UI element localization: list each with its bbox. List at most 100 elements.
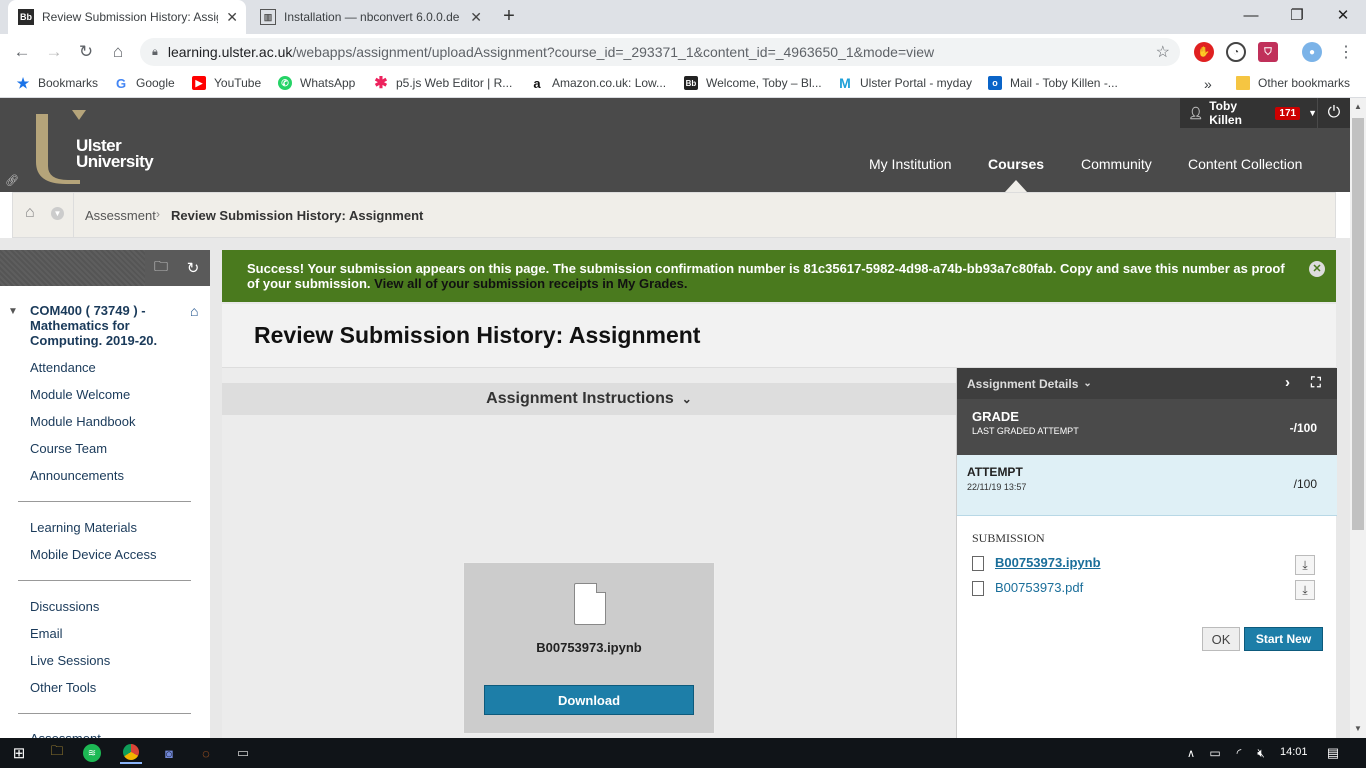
submission-receipts-link[interactable]: View all of your submission receipts in … <box>374 276 687 291</box>
expand-icon[interactable]: ⛶ <box>1311 374 1321 391</box>
sidebar-item-live-sessions[interactable]: Live Sessions <box>30 653 110 668</box>
scroll-down-icon[interactable]: ▼ <box>1354 724 1362 733</box>
download-button[interactable]: Download <box>484 685 694 715</box>
chevron-right-icon[interactable]: › <box>1285 374 1290 391</box>
bookmark-bookmarks[interactable]: ★ Bookmarks <box>16 74 98 91</box>
tab-nbconvert[interactable]: ▥ Installation — nbconvert 6.0.0.de ✕ <box>250 0 490 34</box>
assignment-instructions-toggle[interactable]: Assignment Instructions ⌄ <box>222 383 956 415</box>
download-icon[interactable]: ⤓ <box>1295 555 1315 575</box>
refresh-icon[interactable]: ↻ <box>182 258 204 278</box>
discord-icon[interactable]: ◙ <box>158 742 180 764</box>
start-new-button[interactable]: Start New <box>1244 627 1323 651</box>
breadcrumb-assessment[interactable]: Assessment <box>85 208 156 223</box>
chevron-down-icon: ⌄ <box>1083 378 1092 389</box>
adblock-extension-icon[interactable]: ✋ <box>1194 42 1214 62</box>
folder-view-icon[interactable]: 🗀︎ <box>150 258 172 278</box>
window-close-icon[interactable]: ✕ <box>1320 0 1366 30</box>
other-bookmarks[interactable]: Other bookmarks <box>1236 76 1350 90</box>
tray-chevron-up-icon[interactable]: ∧ <box>1180 742 1202 764</box>
windows-start-icon[interactable]: ⊞ <box>8 742 30 764</box>
chrome-icon[interactable] <box>120 742 142 764</box>
tab-review-submission[interactable]: Bb Review Submission History: Assig ✕ <box>8 0 246 34</box>
whatsapp-icon: ✆ <box>278 76 292 90</box>
bookmark-amazon[interactable]: a Amazon.co.uk: Low... <box>530 76 666 91</box>
preview-file-name: B00753973.ipynb <box>536 640 642 655</box>
folder-icon <box>1236 76 1250 90</box>
forward-icon[interactable]: → <box>42 40 66 64</box>
sidebar-item-announcements[interactable]: Announcements <box>30 468 124 483</box>
star-icon: ★ <box>16 74 30 91</box>
spotify-icon[interactable]: ≋ <box>83 744 101 762</box>
divider <box>18 501 191 502</box>
bookmark-blackboard[interactable]: Bb Welcome, Toby – Bl... <box>684 76 822 90</box>
terminal-icon[interactable]: ▭ <box>232 742 254 764</box>
jupyter-icon[interactable]: ◌ <box>195 742 217 764</box>
link-icon[interactable]: 🔗︎ <box>5 174 19 187</box>
submission-file-link[interactable]: B00753973.pdf <box>995 580 1083 595</box>
sidebar-item-module-welcome[interactable]: Module Welcome <box>30 387 130 402</box>
clock[interactable]: 14:01 <box>1280 746 1308 758</box>
url-path: /webapps/assignment/uploadAssignment?cou… <box>292 44 935 60</box>
notifications-icon[interactable]: ▤ <box>1322 742 1344 764</box>
sidebar-item-other-tools[interactable]: Other Tools <box>30 680 96 695</box>
url-bar[interactable]: 🔒︎ learning.ulster.ac.uk/webapps/assignm… <box>140 38 1180 66</box>
volume-muted-icon[interactable]: 🔇︎ <box>1250 742 1272 764</box>
scroll-up-icon[interactable]: ▲ <box>1354 102 1362 111</box>
tab-title: Installation — nbconvert 6.0.0.de <box>284 10 460 24</box>
sidebar-item-email[interactable]: Email <box>30 626 63 641</box>
nav-my-institution[interactable]: My Institution <box>869 156 951 172</box>
submission-file-link[interactable]: B00753973.ipynb <box>995 555 1101 570</box>
close-tab-icon[interactable]: ✕ <box>226 9 238 26</box>
course-home-icon[interactable]: ⌂ <box>190 303 198 319</box>
attempt-row[interactable]: ATTEMPT 22/11/19 13:57 /100 <box>957 455 1337 516</box>
ok-button[interactable]: OK <box>1202 627 1240 651</box>
logout-power-icon[interactable]: ⏻ <box>1318 98 1350 128</box>
blackboard-icon: Bb <box>684 76 698 90</box>
notification-badge: 171 <box>1275 106 1301 120</box>
collapse-triangle-icon[interactable]: ▼ <box>8 306 18 317</box>
bookmark-p5js[interactable]: ✱ p5.js Web Editor | R... <box>374 75 512 92</box>
reload-icon[interactable]: ↻ <box>74 40 98 64</box>
home-icon[interactable]: ⌂ <box>106 40 130 64</box>
profile-avatar-icon[interactable]: ● <box>1302 42 1322 62</box>
close-tab-icon[interactable]: ✕ <box>470 9 482 26</box>
sidebar-item-attendance[interactable]: Attendance <box>30 360 96 375</box>
home-icon[interactable]: ⌂ <box>25 204 35 222</box>
bookmark-mail[interactable]: o Mail - Toby Killen -... <box>988 76 1118 90</box>
bookmarks-overflow[interactable]: » <box>1204 76 1212 92</box>
sidebar-item-module-handbook[interactable]: Module Handbook <box>30 414 136 429</box>
menu-kebab-icon[interactable]: ⋮ <box>1338 42 1354 62</box>
sidebar-item-discussions[interactable]: Discussions <box>30 599 99 614</box>
course-title[interactable]: COM400 ( 73749 ) - Mathematics for Compu… <box>30 303 170 348</box>
nav-courses[interactable]: Courses <box>988 156 1044 172</box>
sidebar-item-course-team[interactable]: Course Team <box>30 441 107 456</box>
user-menu[interactable]: 👤︎ Toby Killen 171 ▼ <box>1180 98 1317 128</box>
assignment-details-header[interactable]: Assignment Details ⌄ › ⛶ <box>957 368 1337 399</box>
battery-icon[interactable]: ▭ <box>1204 742 1226 764</box>
shield-extension-icon[interactable]: ⛉ <box>1258 42 1278 62</box>
restore-icon[interactable]: ❐ <box>1274 0 1320 30</box>
close-banner-icon[interactable]: ✕ <box>1309 261 1325 277</box>
new-tab-icon[interactable]: + <box>498 5 520 27</box>
nav-community[interactable]: Community <box>1081 156 1152 172</box>
file-explorer-icon[interactable]: 🗀︎ <box>46 742 68 764</box>
page-scrollbar[interactable]: ▲ ▼ <box>1350 98 1366 738</box>
wifi-icon[interactable]: ◜ <box>1228 742 1250 764</box>
chevron-down-icon: ⌄ <box>681 392 692 406</box>
page-title-bar: Review Submission History: Assignment <box>222 304 1336 368</box>
back-icon[interactable]: ← <box>10 40 34 64</box>
download-icon[interactable]: ⤓ <box>1295 580 1315 600</box>
bookmark-star-icon[interactable]: ☆ <box>1156 42 1170 62</box>
nav-content-collection[interactable]: Content Collection <box>1188 156 1302 172</box>
speedometer-extension-icon[interactable]: ◔ <box>1226 42 1246 62</box>
sidebar-item-assessment[interactable]: Assessment <box>30 731 101 738</box>
sidebar-item-mobile-device-access[interactable]: Mobile Device Access <box>30 547 156 562</box>
scrollbar-thumb[interactable] <box>1352 118 1364 530</box>
sidebar-item-learning-materials[interactable]: Learning Materials <box>30 520 137 535</box>
chevron-down-icon[interactable]: ▼ <box>51 207 64 220</box>
bookmark-whatsapp[interactable]: ✆ WhatsApp <box>278 76 355 90</box>
bookmark-myday[interactable]: M Ulster Portal - myday <box>838 75 972 91</box>
minimize-icon[interactable]: — <box>1228 0 1274 30</box>
bookmark-youtube[interactable]: ▶ YouTube <box>192 76 261 90</box>
bookmark-google[interactable]: G Google <box>114 76 175 91</box>
